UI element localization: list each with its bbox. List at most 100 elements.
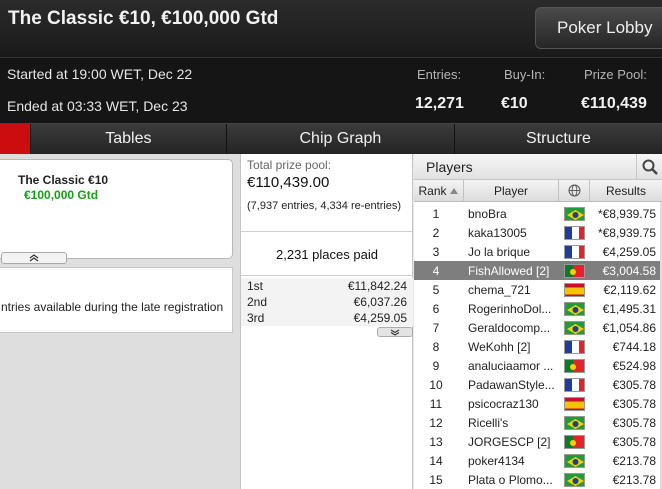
column-country[interactable] [559,180,590,201]
double-chevron-down-icon [390,329,400,336]
france-flag-icon [564,226,585,240]
player-result: €305.78 [612,378,656,392]
note-text: ntries available during the late registr… [1,300,224,314]
player-row[interactable]: 1 bnoBra *€8,939.75 [414,204,662,223]
player-name: Ricelli's [468,416,509,430]
expand-card-button[interactable] [1,252,67,264]
player-row[interactable]: 15 Plata o Plomo... €213.78 [414,470,662,489]
player-result: €213.78 [612,473,656,487]
france-flag-icon [564,378,585,392]
player-row[interactable]: 5 chema_721 €2,119.62 [414,280,662,299]
brazil-flag-icon [564,321,585,335]
expand-payouts-button[interactable] [377,327,413,337]
player-result: €744.18 [612,340,656,354]
column-rank[interactable]: Rank [414,180,464,201]
search-icon [642,159,658,175]
start-time: Started at 19:00 WET, Dec 22 [7,66,193,82]
tab-structure[interactable]: Structure [453,124,662,154]
brazil-flag-icon [564,454,585,468]
player-row[interactable]: 10 PadawanStyle... €305.78 [414,375,662,394]
france-flag-icon [564,245,585,259]
player-rank: 14 [429,454,443,468]
players-panel: Players Rank Player Results 1 bnoBra *€8… [414,154,662,489]
player-rank: 3 [432,245,440,259]
player-result: €2,119.62 [603,283,657,297]
player-row[interactable]: 8 WeKohh [2] €744.18 [414,337,662,356]
player-row[interactable]: 3 Jo la brique €4,259.05 [414,242,662,261]
player-row[interactable]: 7 Geraldocomp... €1,054.86 [414,318,662,337]
player-name: Jo la brique [468,245,531,259]
tournament-info-bar: Started at 19:00 WET, Dec 22 Ended at 03… [0,57,662,123]
entries-breakdown: (7,937 entries, 4,334 re-entries) [247,200,402,212]
prize-pool-panel: Total prize pool: €110,439.00 (7,937 ent… [240,154,413,489]
player-result: €305.78 [612,435,656,449]
player-rank: 5 [432,283,440,297]
player-rank: 7 [432,321,440,335]
globe-icon [568,184,580,197]
column-player[interactable]: Player [464,180,559,201]
total-prize-pool-label: Total prize pool: [247,158,332,172]
player-name: FishAllowed [2] [468,264,550,278]
payout-amount: €4,259.05 [353,311,407,325]
payout-amount: €6,037.26 [353,295,407,309]
player-name: analuciaamor ... [468,359,554,373]
payout-row: 2nd €6,037.26 [241,294,413,310]
tab-chip-graph[interactable]: Chip Graph [225,124,454,154]
tab-lobby-info[interactable] [0,124,30,154]
card-title: The Classic €10 [18,173,109,187]
payout-place: 2nd [247,295,268,309]
player-name: poker4134 [468,454,525,468]
player-name: JORGESCP [2] [468,435,551,449]
column-rank-label: Rank [418,183,447,198]
player-rank: 11 [429,397,443,411]
player-row[interactable]: 13 JORGESCP [2] €305.78 [414,432,662,451]
player-name: WeKohh [2] [468,340,531,354]
player-name: chema_721 [468,283,531,297]
prize-pool-value: €110,439 [581,95,647,112]
player-result: €1,054.86 [602,321,656,335]
tournament-lobby-window: The Classic €10, €100,000 Gtd Poker Lobb… [0,0,662,489]
player-rank: 2 [432,226,440,240]
player-rank: 9 [432,359,440,373]
payout-row: 1st €11,842.24 [241,278,413,294]
search-players-button[interactable] [636,154,662,180]
tournament-summary-panel: The Classic €10 €100,000 Gtd ntries avai… [0,154,240,489]
player-result: *€8,939.75 [597,226,656,240]
tab-tables[interactable]: Tables [29,124,226,154]
player-name: psicocraz130 [468,397,539,411]
player-name: Plata o Plomo... [468,473,553,487]
poker-lobby-button[interactable]: Poker Lobby [535,7,662,49]
player-name: PadawanStyle... [468,378,555,392]
player-row[interactable]: 2 kaka13005 *€8,939.75 [414,223,662,242]
france-flag-icon [564,340,585,354]
column-results[interactable]: Results [590,180,662,201]
player-result: €305.78 [612,397,656,411]
double-chevron-up-icon [29,254,39,262]
player-row[interactable]: 14 poker4134 €213.78 [414,451,662,470]
players-column-headers: Rank Player Results [414,180,662,202]
player-row[interactable]: 11 psicocraz130 €305.78 [414,394,662,413]
portugal-flag-icon [564,359,585,373]
player-rank: 4 [432,264,440,278]
buyin-label: Buy-In: [504,67,546,82]
player-result: €305.78 [612,416,656,430]
tournament-title: The Classic €10, €100,000 Gtd [8,8,279,29]
player-row[interactable]: 6 RogerinhoDol... €1,495.31 [414,299,662,318]
end-time: Ended at 03:33 WET, Dec 23 [7,98,188,114]
player-row[interactable]: 4 FishAllowed [2] €3,004.58 [414,261,662,280]
portugal-flag-icon [564,264,585,278]
total-prize-pool-value: €110,439.00 [247,174,330,191]
payout-list: 1st €11,842.24 2nd €6,037.26 3rd €4,259.… [241,278,413,326]
brazil-flag-icon [564,416,585,430]
brazil-flag-icon [564,207,585,221]
player-result: €213.78 [612,454,656,468]
brazil-flag-icon [564,473,585,487]
players-title: Players [426,159,473,175]
header-bar: The Classic €10, €100,000 Gtd Poker Lobb… [0,0,662,57]
player-rank: 8 [432,340,440,354]
player-row[interactable]: 12 Ricelli's €305.78 [414,413,662,432]
player-name: bnoBra [468,207,507,221]
player-row[interactable]: 9 analuciaamor ... €524.98 [414,356,662,375]
tournament-card: The Classic €10 €100,000 Gtd [0,159,233,264]
entries-value: 12,271 [415,95,464,112]
